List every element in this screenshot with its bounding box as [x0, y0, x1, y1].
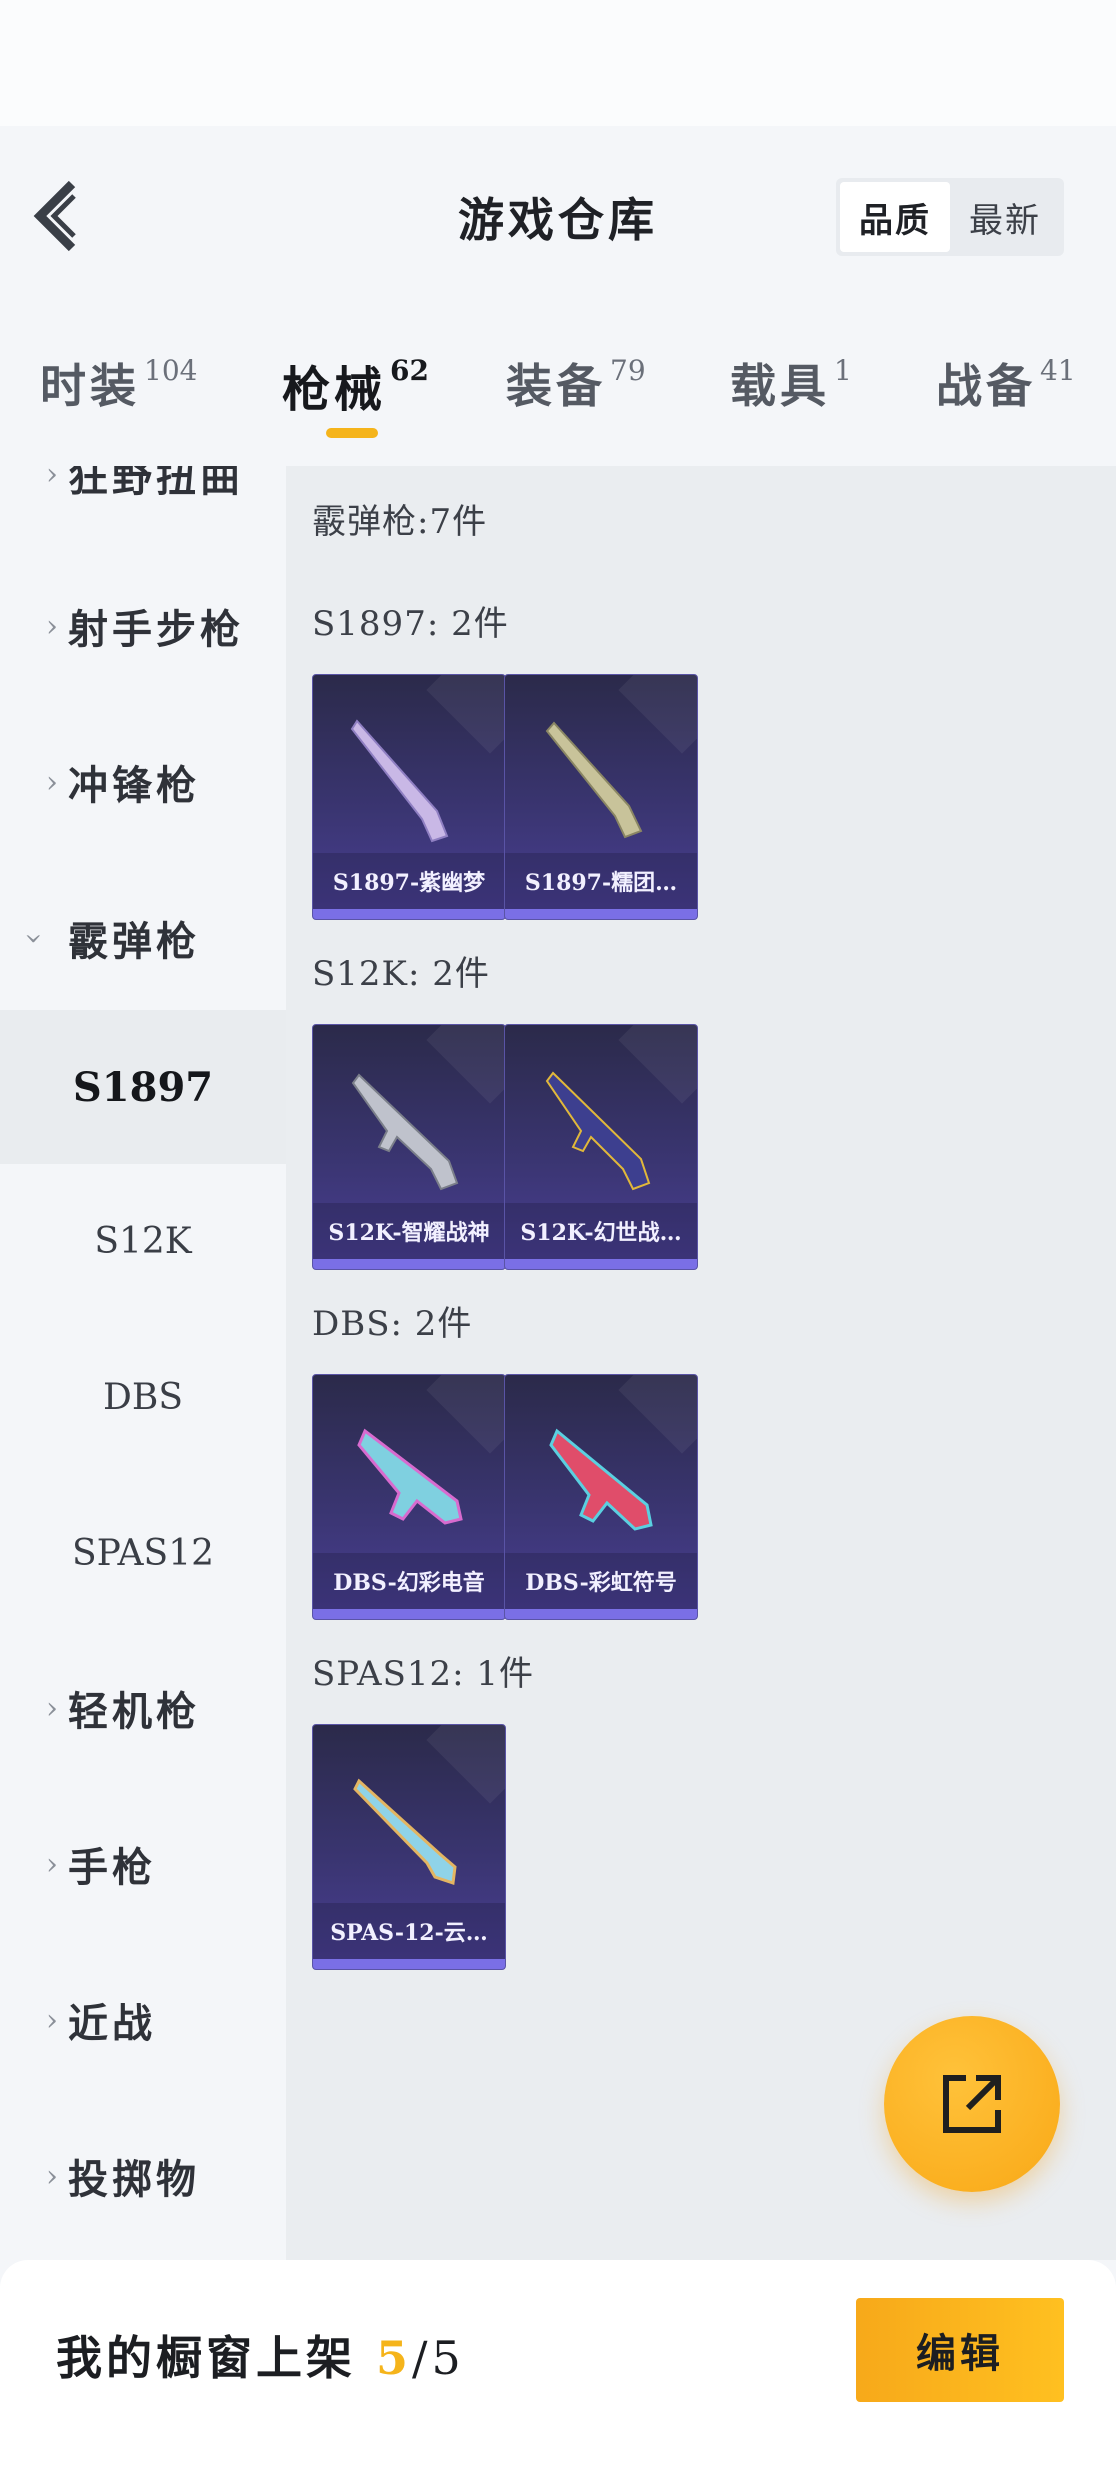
sidebar: › 狂野扭曲 › 射手步枪 › 冲锋枪 › 霰弹枪 S1897 S12K DBS… [0, 466, 286, 2260]
item-card[interactable]: S1897-紫幽梦 [312, 674, 506, 920]
showcase-label: 我的橱窗上架 [56, 2331, 377, 2385]
sidebar-item-label: 狂野扭曲 [68, 466, 244, 501]
shotgun-icon [357, 1428, 463, 1525]
share-button[interactable] [884, 2016, 1060, 2192]
tab-fashion[interactable]: 时装 104 [40, 350, 197, 416]
sidebar-subitem-s1897[interactable]: S1897 [0, 1010, 286, 1164]
sidebar-item-label: 轻机枪 [68, 1688, 200, 1735]
item-name: S12K-智耀战神 [313, 1203, 505, 1259]
chevron-down-icon: › [16, 932, 52, 944]
shotgun-icon [353, 1778, 457, 1886]
tab-count: 41 [1040, 354, 1076, 387]
item-name: S1897-紫幽梦 [313, 853, 505, 909]
item-name: DBS-幻彩电音 [313, 1553, 505, 1609]
tab-label: 时装 [40, 359, 140, 413]
item-card[interactable]: S12K-幻世战… [504, 1024, 698, 1270]
tab-vehicles[interactable]: 载具 1 [730, 350, 852, 416]
tab-weapons[interactable]: 枪械 62 [282, 350, 429, 420]
item-card[interactable]: DBS-彩虹符号 [504, 1374, 698, 1620]
sidebar-item-shotgun[interactable]: › 霰弹枪 [0, 888, 286, 988]
tab-supplies[interactable]: 战备 41 [936, 350, 1076, 416]
chevron-right-icon: › [46, 1690, 58, 1726]
section-title: SPAS12: 1件 [312, 1654, 535, 1694]
tab-count: 1 [834, 354, 852, 387]
tab-count: 62 [390, 354, 429, 387]
item-name: S12K-幻世战… [505, 1203, 697, 1259]
chevron-right-icon: › [46, 466, 58, 492]
sidebar-subitem-spas12[interactable]: SPAS12 [0, 1476, 286, 1630]
showcase-footer: 我的橱窗上架 5/5 编辑 [0, 2260, 1116, 2484]
sidebar-item-label: 冲锋枪 [68, 762, 200, 809]
category-tabs: 时装 104 枪械 62 装备 79 载具 1 战备 41 [0, 330, 1116, 440]
chevron-right-icon: › [46, 1846, 58, 1882]
category-total: 霰弹枪:7件 [312, 502, 488, 542]
active-tab-indicator [326, 428, 378, 438]
chevron-right-icon: › [46, 2158, 58, 2194]
tab-label: 枪械 [282, 362, 387, 418]
sidebar-item-label: 投掷物 [68, 2156, 200, 2203]
shotgun-icon [545, 721, 643, 839]
item-name: DBS-彩虹符号 [505, 1553, 697, 1609]
chevron-right-icon: › [46, 2002, 58, 2038]
share-external-icon [943, 2075, 1001, 2133]
tab-label: 装备 [506, 359, 606, 413]
status-bar [0, 0, 1116, 126]
showcase-current-count: 5 [376, 2331, 413, 2385]
sidebar-item-throwables[interactable]: › 投掷物 [0, 2126, 286, 2226]
tab-label: 战备 [936, 359, 1036, 413]
showcase-total: /5 [412, 2331, 465, 2385]
sidebar-item-label: 射手步枪 [68, 606, 244, 653]
sidebar-item-lmg[interactable]: › 轻机枪 [0, 1658, 286, 1758]
item-card[interactable]: S12K-智耀战神 [312, 1024, 506, 1270]
sidebar-item-label: 近战 [68, 2000, 156, 2047]
showcase-status: 我的橱窗上架 5/5 [56, 2322, 465, 2388]
chevron-right-icon: › [46, 764, 58, 800]
sidebar-item-category[interactable]: › 狂野扭曲 [0, 466, 286, 524]
edit-button[interactable]: 编辑 [856, 2298, 1064, 2402]
sidebar-item-pistol[interactable]: › 手枪 [0, 1814, 286, 1914]
item-grid-panel: 霰弹枪:7件 S1897: 2件 S1897-紫幽梦 S1897-糯团… S12… [286, 466, 1116, 2260]
item-name: SPAS-12-云… [313, 1903, 505, 1959]
tab-count: 104 [144, 354, 198, 387]
section-title: S1897: 2件 [312, 604, 509, 644]
shotgun-icon [351, 1073, 459, 1191]
shotgun-icon [545, 1071, 651, 1191]
shotgun-icon [549, 1428, 653, 1531]
tab-equipment[interactable]: 装备 79 [506, 350, 646, 416]
tab-count: 79 [610, 354, 646, 387]
sidebar-item-marksman-rifle[interactable]: › 射手步枪 [0, 576, 286, 676]
chevron-right-icon: › [46, 608, 58, 644]
sidebar-item-label: 手枪 [68, 1844, 156, 1891]
shotgun-icon [350, 719, 449, 843]
item-name: S1897-糯团… [505, 853, 697, 909]
sidebar-subitem-s12k[interactable]: S12K [0, 1164, 286, 1318]
sidebar-item-melee[interactable]: › 近战 [0, 1970, 286, 2070]
sidebar-item-smg[interactable]: › 冲锋枪 [0, 732, 286, 832]
tab-label: 载具 [730, 359, 830, 413]
item-card[interactable]: SPAS-12-云… [312, 1724, 506, 1970]
section-title: S12K: 2件 [312, 954, 490, 994]
section-title: DBS: 2件 [312, 1304, 473, 1344]
sidebar-item-label: 霰弹枪 [68, 918, 200, 965]
sidebar-subitem-dbs[interactable]: DBS [0, 1320, 286, 1474]
item-card[interactable]: S1897-糯团… [504, 674, 698, 920]
sort-toggle: 品质 最新 [836, 178, 1064, 256]
sort-option-latest[interactable]: 最新 [950, 182, 1060, 252]
sort-option-quality[interactable]: 品质 [840, 182, 950, 252]
item-card[interactable]: DBS-幻彩电音 [312, 1374, 506, 1620]
